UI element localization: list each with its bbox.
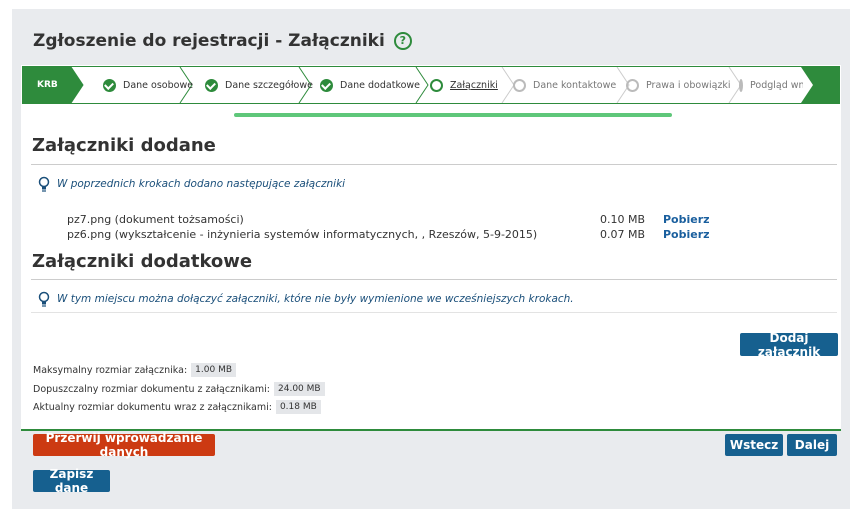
- file-row: pz6.png (wykształcenie - inżynieria syst…: [67, 228, 710, 242]
- limit-label: Dopuszczalny rozmiar dokumentu z załączn…: [33, 383, 270, 395]
- limit-label: Maksymalny rozmiar załącznika:: [33, 364, 188, 376]
- limit-value: 0.18 MB: [275, 400, 321, 414]
- check-icon: [103, 78, 116, 92]
- add-attachment-button[interactable]: Dodaj załącznik: [740, 331, 838, 359]
- save-button[interactable]: Zapisz dane: [33, 467, 110, 495]
- circle-icon: [430, 78, 443, 92]
- step-zalaczniki[interactable]: Załączniki: [430, 67, 498, 103]
- stepper: KRB Dane osobowe Dane szczegółowe Dane d…: [22, 66, 840, 104]
- step-dane-osobowe[interactable]: Dane osobowe: [103, 67, 193, 103]
- step-prawa-i-obowiazki[interactable]: Prawa i obowiązki: [626, 67, 731, 103]
- step-label: Dane osobowe: [123, 79, 194, 91]
- next-button[interactable]: Dalej: [787, 434, 837, 456]
- circle-icon: [513, 78, 526, 92]
- download-link[interactable]: Pobierz: [663, 228, 710, 241]
- step-progress-bar: [234, 113, 672, 117]
- step-podglad-wniosku[interactable]: Podgląd wniosku: [739, 67, 803, 103]
- circle-icon: [739, 78, 743, 92]
- step-label: Dane szczegółowe: [225, 79, 313, 91]
- limit-value: 1.00 MB: [191, 363, 237, 377]
- divider: [31, 312, 837, 313]
- page-title: Zgłoszenie do rejestracji - Załączniki ?: [33, 31, 412, 51]
- additional-info-text: W tym miejscu można dołączyć załączniki,…: [57, 293, 574, 305]
- step-label: Dane dodatkowe: [340, 79, 421, 91]
- added-info-text: W poprzednich krokach dodano następujące…: [57, 178, 346, 190]
- added-heading: Załączniki dodane: [32, 135, 216, 156]
- divider: [31, 164, 837, 165]
- abort-button[interactable]: Przerwij wprowadzanie danych: [33, 431, 215, 459]
- step-dane-szczegolowe[interactable]: Dane szczegółowe: [205, 67, 313, 103]
- stepper-krb: KRB: [37, 80, 58, 90]
- form-card: KRB Dane osobowe Dane szczegółowe Dane d…: [21, 65, 841, 431]
- file-name: pz6.png (wykształcenie - inżynieria syst…: [67, 228, 538, 241]
- limit-value: 24.00 MB: [274, 382, 325, 396]
- file-size: 0.10 MB: [599, 213, 645, 226]
- back-button[interactable]: Wstecz: [725, 434, 783, 456]
- file-row: pz7.png (dokument tożsamości) 0.10 MB Po…: [67, 213, 710, 227]
- check-icon: [320, 78, 333, 92]
- check-icon: [205, 78, 218, 92]
- file-name: pz7.png (dokument tożsamości): [67, 213, 244, 226]
- download-link[interactable]: Pobierz: [663, 213, 710, 226]
- limit-row: Maksymalny rozmiar załącznika: 1.00 MB: [33, 363, 237, 377]
- help-icon[interactable]: ?: [393, 32, 412, 50]
- step-label: Dane kontaktowe: [533, 79, 617, 91]
- added-info: W poprzednich krokach dodano następujące…: [38, 176, 345, 192]
- lightbulb-icon: [38, 176, 50, 192]
- additional-info: W tym miejscu można dołączyć załączniki,…: [38, 291, 574, 307]
- step-dane-dodatkowe[interactable]: Dane dodatkowe: [320, 67, 420, 103]
- page-title-text: Zgłoszenie do rejestracji - Załączniki: [33, 31, 385, 51]
- divider: [31, 279, 837, 280]
- step-label: Prawa i obowiązki: [646, 79, 731, 91]
- limit-row: Aktualny rozmiar dokumentu wraz z załącz…: [33, 400, 321, 414]
- additional-heading: Załączniki dodatkowe: [32, 251, 253, 272]
- step-label: Załączniki: [450, 79, 498, 91]
- limit-row: Dopuszczalny rozmiar dokumentu z załączn…: [33, 382, 325, 396]
- step-dane-kontaktowe[interactable]: Dane kontaktowe: [513, 67, 616, 103]
- lightbulb-icon: [38, 291, 50, 307]
- limit-label: Aktualny rozmiar dokumentu wraz z załącz…: [33, 401, 272, 413]
- page-panel: Zgłoszenie do rejestracji - Załączniki ?…: [12, 9, 850, 509]
- step-label: Podgląd wniosku: [750, 79, 803, 91]
- circle-icon: [626, 78, 639, 92]
- file-size: 0.07 MB: [599, 228, 645, 241]
